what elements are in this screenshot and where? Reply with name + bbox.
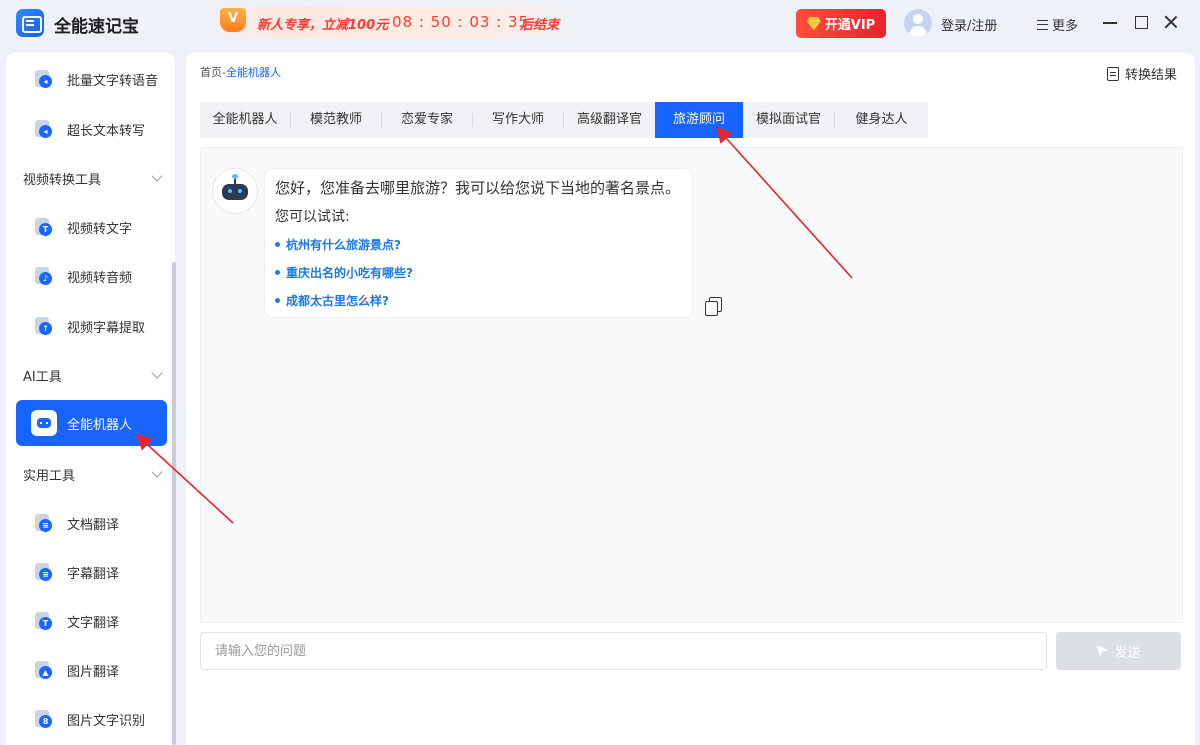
promo-badge: V bbox=[220, 8, 246, 32]
vip-label: 开通VIP bbox=[824, 18, 876, 33]
title-bar: 全能速记宝 V 新人专享，立减100元 08 : 50 : 03 : 35 后结… bbox=[0, 0, 1200, 46]
bullet-icon bbox=[275, 298, 280, 303]
breadcrumb-home[interactable]: 首页 bbox=[200, 66, 222, 79]
sidebar-scrollbar[interactable] bbox=[172, 262, 176, 745]
sidebar-item-subtitle-translate[interactable]: ≡ 字幕翻译 bbox=[16, 549, 167, 595]
robot-avatar-icon bbox=[212, 168, 258, 214]
section-title: AI工具 bbox=[23, 370, 62, 385]
text-translate-icon: T bbox=[35, 612, 53, 630]
sidebar-item-all-robot[interactable]: 全能机器人 bbox=[16, 400, 167, 446]
maximize-button[interactable] bbox=[1133, 14, 1149, 30]
suggestion-item[interactable]: 杭州有什么旅游景点? bbox=[275, 236, 401, 253]
main-panel: 首页-全能机器人 转换结果 全能机器人 模范教师 恋爱专家 写作大师 高级翻译官… bbox=[186, 53, 1195, 745]
tab-senior-translator[interactable]: 高级翻译官 bbox=[564, 102, 655, 138]
sidebar-item-label: 超长文本转写 bbox=[67, 124, 146, 139]
convert-result-button[interactable]: 转换结果 bbox=[1107, 64, 1177, 83]
sidebar-item-video-to-audio[interactable]: ♪ 视频转音频 bbox=[16, 253, 167, 299]
chat-area[interactable]: 您好，您准备去哪里旅游？我可以给您说下当地的著名景点。 您可以试试: 杭州有什么… bbox=[200, 147, 1183, 623]
section-title: 实用工具 bbox=[23, 469, 76, 484]
more-label: 更多 bbox=[1052, 19, 1079, 34]
bullet-icon bbox=[275, 242, 280, 247]
open-vip-button[interactable]: 开通VIP bbox=[796, 9, 886, 38]
robot-icon bbox=[31, 410, 57, 436]
user-avatar-icon[interactable] bbox=[904, 9, 932, 37]
chevron-down-icon bbox=[151, 170, 163, 182]
document-translate-icon: ≡ bbox=[35, 514, 53, 532]
sidebar-item-long-text[interactable]: ◂ 超长文本转写 bbox=[16, 106, 167, 152]
image-translate-icon: ▲ bbox=[35, 661, 53, 679]
login-register-link[interactable]: 登录/注册 bbox=[941, 15, 997, 34]
sidebar-item-label: 视频转音频 bbox=[67, 271, 133, 286]
sidebar-item-label: 全能机器人 bbox=[67, 418, 133, 433]
section-ai-tools[interactable]: AI工具 bbox=[23, 366, 163, 386]
promo-banner[interactable]: V 新人专享，立减100元 08 : 50 : 03 : 35 后结束 bbox=[205, 6, 570, 38]
chevron-down-icon bbox=[151, 466, 163, 478]
text-to-speech-icon: ◂ bbox=[35, 70, 53, 88]
question-input[interactable] bbox=[200, 632, 1047, 670]
minimize-button[interactable] bbox=[1102, 14, 1118, 30]
try-label: 您可以试试: bbox=[275, 209, 350, 225]
sidebar-item-image-ocr[interactable]: 8 图片文字识别 bbox=[16, 696, 167, 742]
convert-result-label: 转换结果 bbox=[1125, 68, 1178, 83]
breadcrumb: 首页-全能机器人 bbox=[200, 64, 281, 80]
long-text-icon: ◂ bbox=[35, 120, 53, 138]
suggestion-item[interactable]: 成都太古里怎么样? bbox=[275, 292, 389, 309]
app-name: 全能速记宝 bbox=[54, 17, 139, 37]
sidebar-item-batch-tts[interactable]: ◂ 批量文字转语音 bbox=[16, 56, 167, 102]
video-to-text-icon: T bbox=[35, 218, 53, 236]
image-ocr-icon: 8 bbox=[35, 710, 53, 728]
sidebar-item-label: 批量文字转语音 bbox=[67, 74, 159, 89]
suggestion-text: 成都太古里怎么样? bbox=[286, 294, 389, 308]
tab-model-teacher[interactable]: 模范教师 bbox=[291, 102, 381, 138]
app-logo-icon bbox=[16, 9, 44, 37]
chevron-down-icon bbox=[151, 367, 163, 379]
send-icon bbox=[1096, 645, 1109, 657]
suggestion-text: 重庆出名的小吃有哪些? bbox=[286, 266, 413, 280]
suggestion-item[interactable]: 重庆出名的小吃有哪些? bbox=[275, 264, 413, 281]
tab-fitness-expert[interactable]: 健身达人 bbox=[835, 102, 928, 138]
sidebar-item-label: 字幕翻译 bbox=[67, 567, 120, 582]
tab-travel-advisor[interactable]: 旅游顾问 bbox=[655, 102, 743, 138]
sidebar: ◂ 批量文字转语音 ◂ 超长文本转写 视频转换工具 T 视频转文字 ♪ 视频转音… bbox=[6, 53, 175, 745]
menu-icon bbox=[1037, 19, 1048, 30]
diamond-icon bbox=[806, 16, 821, 31]
bot-greeting: 您好，您准备去哪里旅游？我可以给您说下当地的著名景点。 bbox=[275, 179, 681, 197]
close-button[interactable] bbox=[1163, 14, 1179, 30]
send-button[interactable]: 发送 bbox=[1056, 632, 1181, 670]
more-menu-button[interactable]: 更多 bbox=[1037, 15, 1078, 34]
suggestion-text: 杭州有什么旅游景点? bbox=[286, 238, 401, 252]
section-video-tools[interactable]: 视频转换工具 bbox=[23, 169, 163, 189]
tab-writing-master[interactable]: 写作大师 bbox=[473, 102, 563, 138]
sidebar-item-subtitle-extract[interactable]: ↑ 视频字幕提取 bbox=[16, 303, 167, 349]
section-title: 视频转换工具 bbox=[23, 173, 102, 188]
promo-end-text: 后结束 bbox=[520, 18, 560, 33]
send-label: 发送 bbox=[1114, 645, 1141, 661]
bullet-icon bbox=[275, 270, 280, 275]
sidebar-item-text-translate[interactable]: T 文字翻译 bbox=[16, 598, 167, 644]
sidebar-item-label: 图片翻译 bbox=[67, 665, 120, 680]
subtitle-extract-icon: ↑ bbox=[35, 317, 53, 335]
sidebar-item-label: 视频字幕提取 bbox=[67, 321, 146, 336]
document-icon bbox=[1107, 66, 1119, 81]
section-utility-tools[interactable]: 实用工具 bbox=[23, 465, 163, 485]
promo-countdown: 08 : 50 : 03 : 35 bbox=[392, 13, 530, 31]
subtitle-translate-icon: ≡ bbox=[35, 563, 53, 581]
breadcrumb-current: 全能机器人 bbox=[225, 66, 281, 79]
sidebar-item-label: 文字翻译 bbox=[67, 616, 120, 631]
tab-all-robot[interactable]: 全能机器人 bbox=[200, 102, 290, 138]
sidebar-item-label: 视频转文字 bbox=[67, 222, 133, 237]
tab-love-expert[interactable]: 恋爱专家 bbox=[382, 102, 472, 138]
copy-icon[interactable] bbox=[705, 297, 722, 316]
bot-message-bubble: 您好，您准备去哪里旅游？我可以给您说下当地的著名景点。 您可以试试: 杭州有什么… bbox=[264, 168, 693, 318]
sidebar-item-label: 文档翻译 bbox=[67, 518, 120, 533]
sidebar-item-video-to-text[interactable]: T 视频转文字 bbox=[16, 204, 167, 250]
sidebar-item-image-translate[interactable]: ▲ 图片翻译 bbox=[16, 647, 167, 693]
sidebar-item-label: 图片文字识别 bbox=[67, 714, 146, 729]
video-to-audio-icon: ♪ bbox=[35, 267, 53, 285]
promo-text: 新人专享，立减100元 bbox=[257, 18, 389, 33]
tab-mock-interviewer[interactable]: 模拟面试官 bbox=[743, 102, 834, 138]
sidebar-item-doc-translate[interactable]: ≡ 文档翻译 bbox=[16, 500, 167, 546]
robot-role-tabs: 全能机器人 模范教师 恋爱专家 写作大师 高级翻译官 旅游顾问 模拟面试官 健身… bbox=[200, 102, 928, 138]
